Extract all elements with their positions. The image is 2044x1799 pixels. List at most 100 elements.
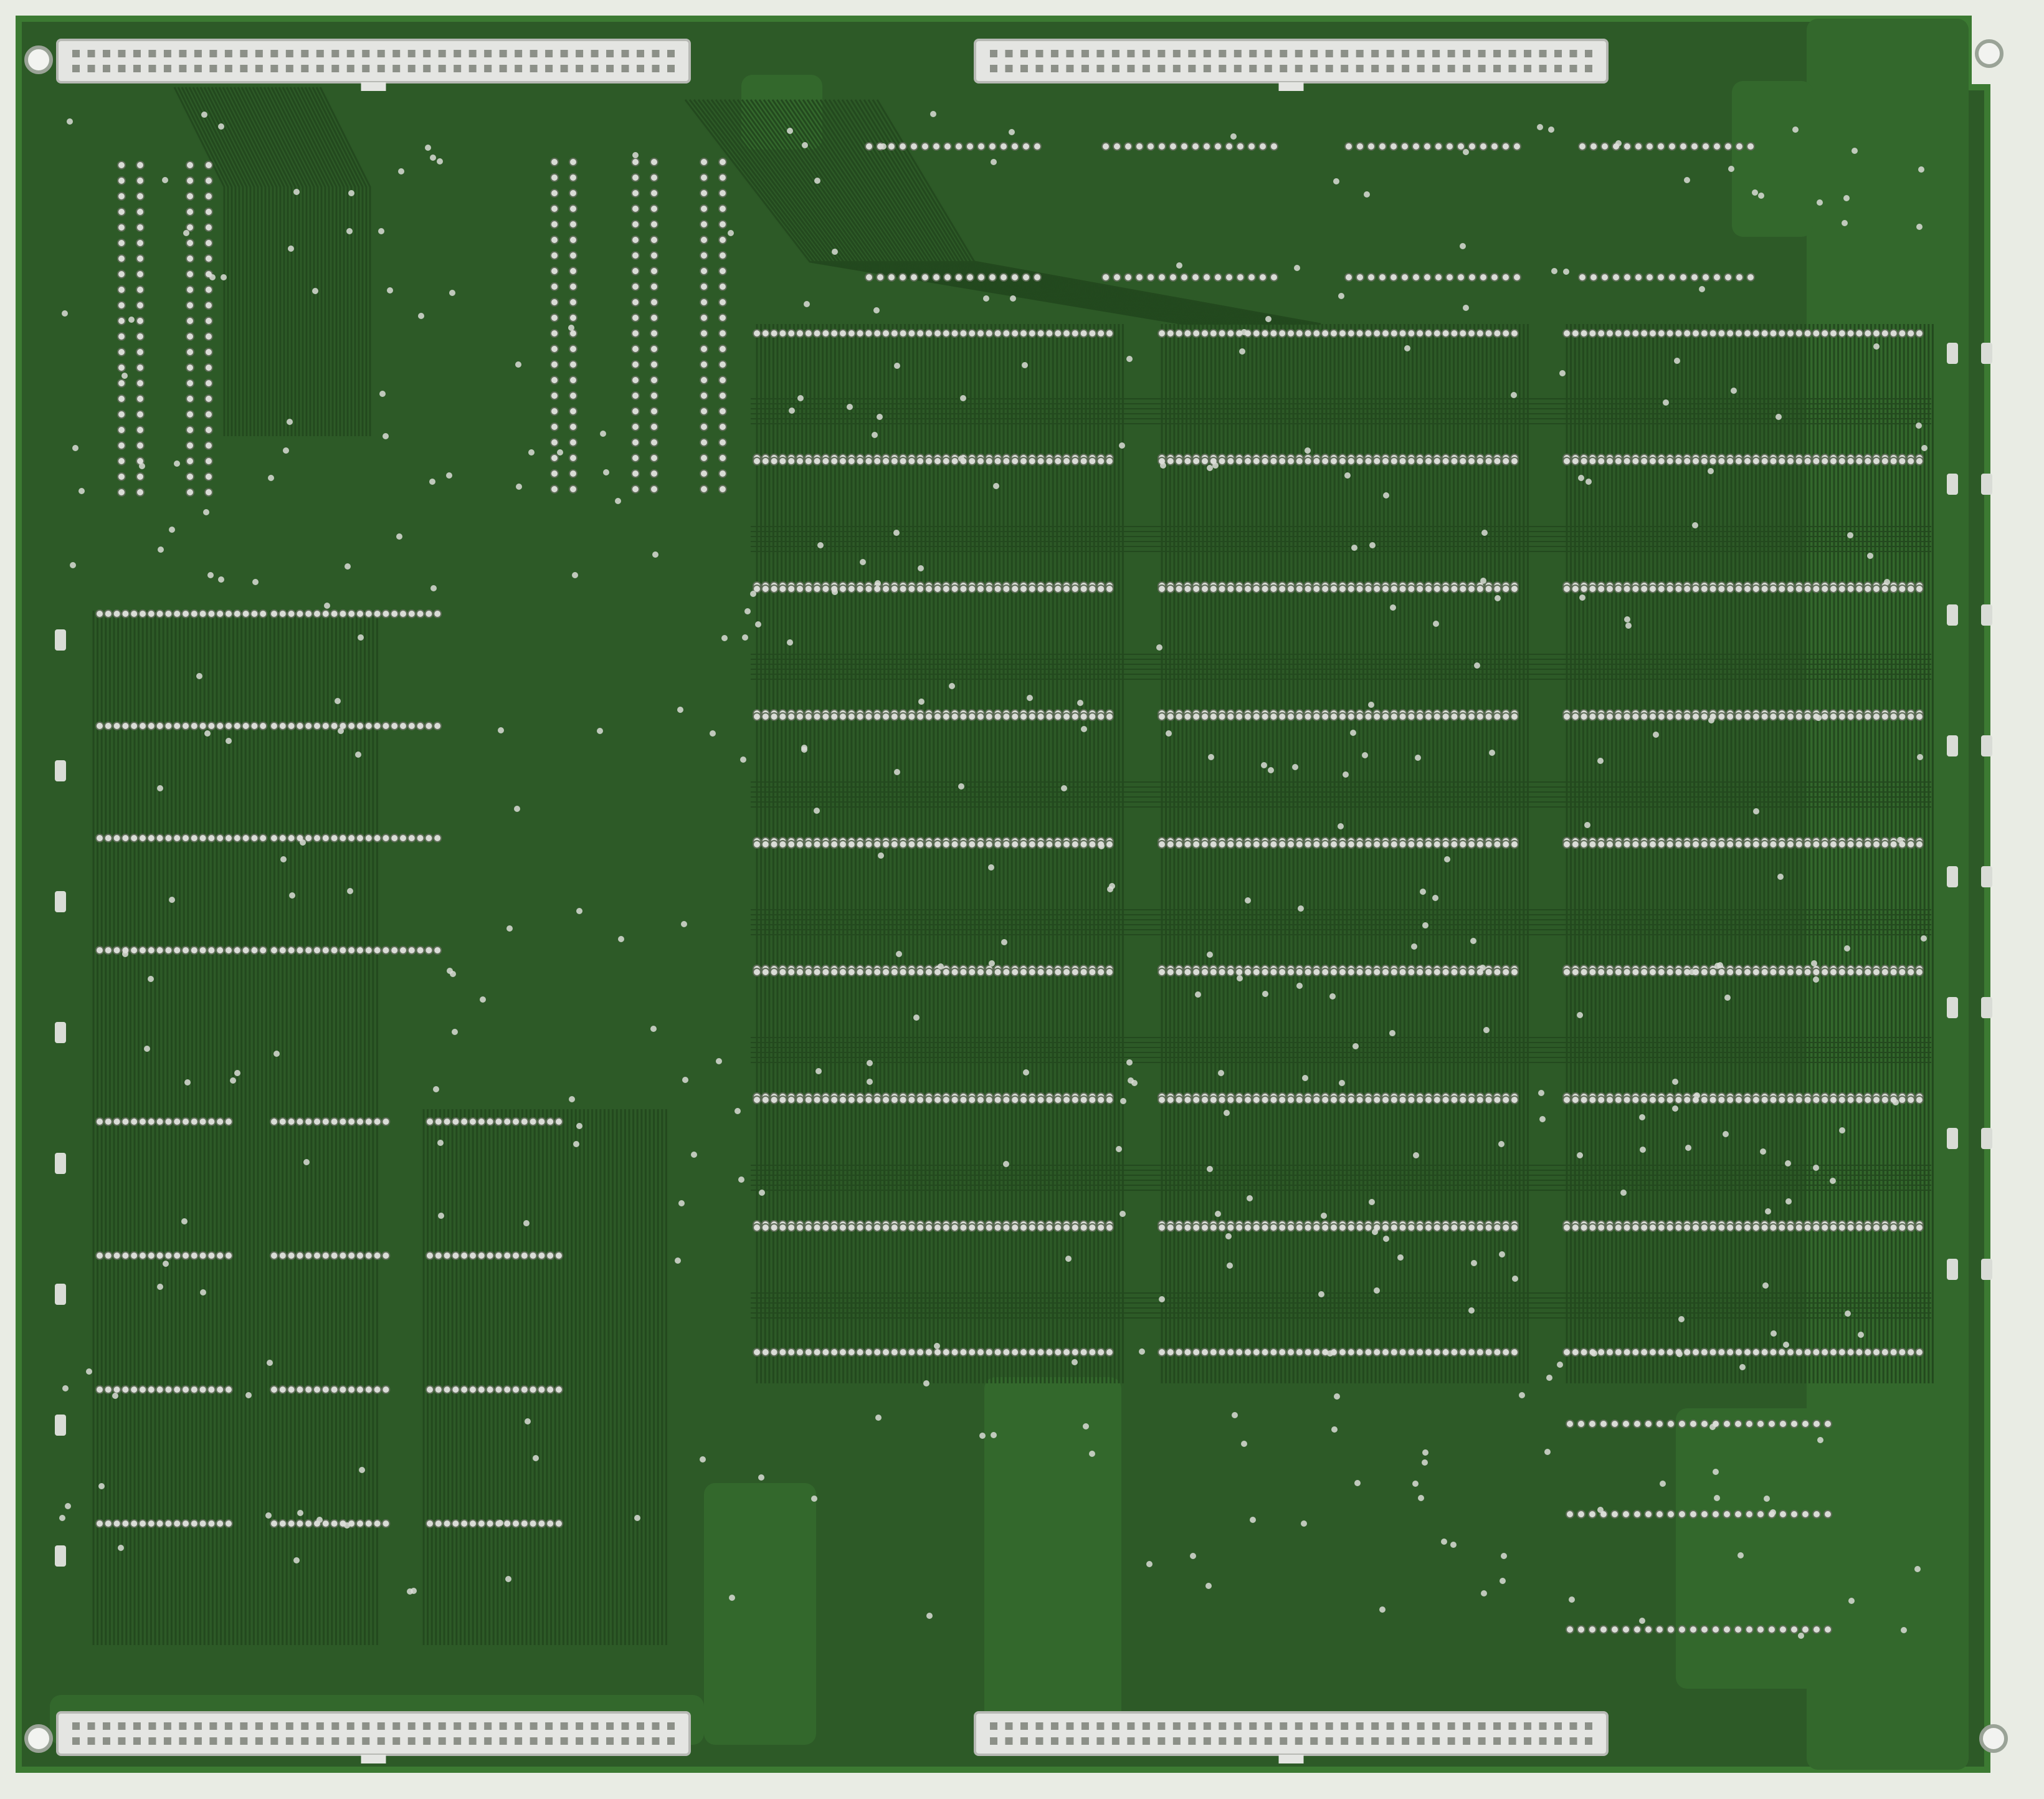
via [1119,442,1125,449]
pad [1475,1348,1485,1357]
pad [1191,142,1200,151]
pad [1252,1348,1261,1357]
pad [907,1095,916,1104]
pad [941,457,951,465]
pad [1467,712,1476,721]
connector-housing [56,1711,691,1756]
pad [1501,273,1510,282]
pad [855,968,865,976]
pad [477,1385,486,1394]
pad [1295,712,1304,721]
pad [1812,1625,1821,1634]
connector-pin [1050,50,1058,57]
pad [864,968,873,976]
pad [146,1519,156,1528]
connector-pin [1371,50,1379,57]
via [438,1213,444,1219]
via [1413,1152,1419,1158]
via [1901,1627,1907,1633]
pad [1467,1223,1476,1232]
connector-pin [331,1722,340,1730]
pad [1432,1223,1442,1232]
connector-pin [1539,1737,1547,1745]
pad [1338,329,1347,338]
pad [1260,712,1270,721]
pad [984,457,994,465]
via [1843,195,1850,201]
pad [1691,712,1700,721]
via [682,1077,688,1083]
pad [511,1251,520,1260]
connector-pin [515,50,523,57]
pad [207,722,216,730]
pad [1501,1095,1511,1104]
via [1845,1310,1851,1317]
pad [1717,1095,1726,1104]
pad [967,1348,977,1357]
pad [821,457,830,465]
connector-pin [1386,1737,1394,1745]
connector-pin [990,50,997,57]
pad [1252,329,1261,338]
pad [136,161,145,169]
pad [1329,329,1338,338]
via [1379,1606,1386,1613]
pad [1777,1348,1787,1357]
pad [204,208,213,216]
connector-pin [270,65,278,72]
via [1672,1079,1678,1085]
connector-pin [118,1737,126,1745]
pad [1846,968,1855,976]
connector-pin [1066,1722,1074,1730]
connector-pin [1508,50,1516,57]
pad [1829,1095,1838,1104]
connector-pin [194,1737,202,1745]
pad [1183,968,1192,976]
pad [189,834,199,842]
pad [550,220,559,229]
pad [796,840,804,849]
pad [1743,457,1752,465]
pad [1192,1348,1201,1357]
pad [1364,585,1373,593]
pad [103,1251,113,1260]
pad [117,239,126,247]
pad [1756,1625,1765,1634]
via [958,456,964,462]
pad [1657,1348,1666,1357]
connector-pin [1219,65,1227,72]
pad [1588,968,1597,976]
pad [347,609,356,618]
pad [1450,968,1459,976]
pad [1269,840,1278,849]
pad [117,332,126,341]
pad [1769,968,1778,976]
connector-pin [118,65,126,72]
pad [1855,1348,1864,1357]
pad [1898,329,1907,338]
pad [1364,457,1373,465]
connector-pin [484,1737,492,1745]
via [312,288,318,294]
pad [1407,457,1416,465]
pad [1070,840,1080,849]
via [207,572,214,578]
pad [1344,142,1353,151]
connector-pin [346,65,354,72]
via [1207,952,1213,958]
pad [1415,840,1425,849]
connector-pin [1188,1722,1196,1730]
pad [1412,273,1420,282]
via [815,1068,822,1074]
pad [1915,712,1924,721]
pad [321,609,330,618]
pad [186,348,194,356]
pad [778,329,787,338]
via [65,1503,71,1509]
pad [1678,1625,1686,1634]
pad [1790,1510,1799,1519]
via [700,1456,706,1463]
pad [1270,273,1278,282]
via [387,287,393,293]
pad [1036,1095,1045,1104]
